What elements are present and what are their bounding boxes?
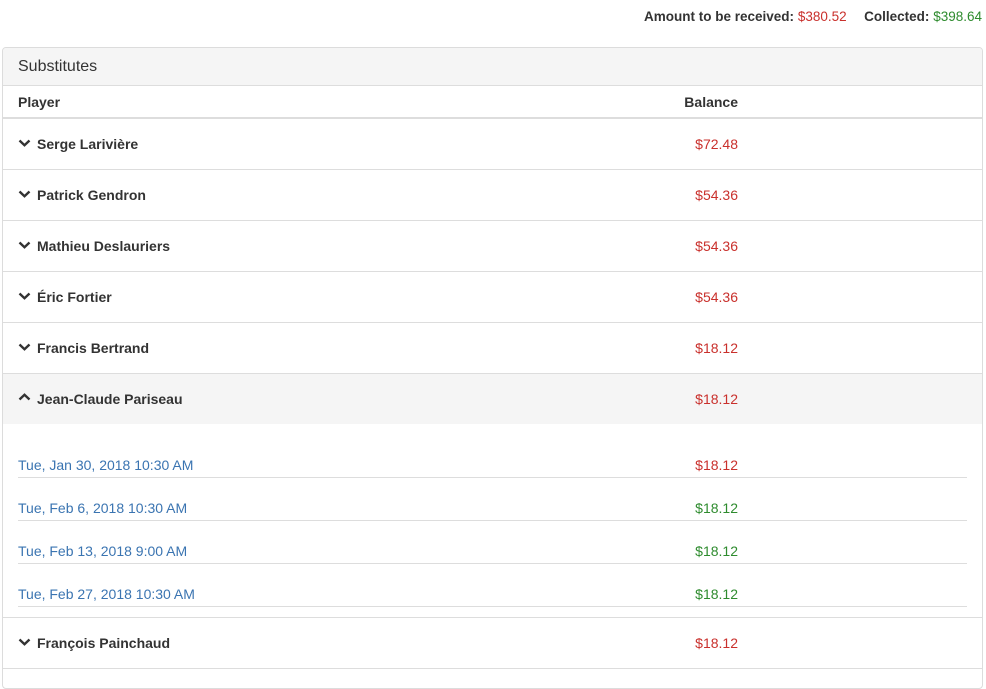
detail-balance: $18.12 [695,500,738,516]
player-balance: $18.12 [695,635,738,651]
collected-label: Collected: [864,9,930,24]
chevron-down-icon [18,139,31,147]
chevron-down-icon [18,292,31,300]
game-date-link[interactable]: Tue, Feb 6, 2018 10:30 AM [18,500,187,516]
received-label: Amount to be received: [644,9,795,24]
panel-title: Substitutes [3,48,982,86]
player-balance: $18.12 [695,340,738,356]
player-details: Tue, Jan 30, 2018 10:30 AM $18.12 Tue, F… [3,424,982,618]
table-header: Player Balance [3,86,982,119]
player-row[interactable]: François Painchaud $18.12 [3,618,982,669]
player-balance: $54.36 [695,187,738,203]
detail-row: Tue, Feb 6, 2018 10:30 AM $18.12 [18,477,967,521]
player-name: François Painchaud [37,635,171,651]
game-date-link[interactable]: Tue, Jan 30, 2018 10:30 AM [18,457,193,473]
column-header-balance: Balance [684,94,738,110]
player-balance: $18.12 [695,391,738,407]
player-name: Patrick Gendron [37,187,146,203]
chevron-down-icon [18,190,31,198]
player-row[interactable]: Serge Larivière $72.48 [3,119,982,170]
game-date-link[interactable]: Tue, Feb 13, 2018 9:00 AM [18,543,187,559]
player-row[interactable]: Mathieu Deslauriers $54.36 [3,221,982,272]
chevron-down-icon [18,343,31,351]
detail-row: Tue, Jan 30, 2018 10:30 AM $18.12 [18,434,967,478]
player-name: Serge Larivière [37,136,139,152]
player-name: Jean-Claude Pariseau [37,391,183,407]
substitutes-panel: Substitutes Player Balance Serge Lariviè… [2,47,983,689]
player-name: Mathieu Deslauriers [37,238,171,254]
detail-balance: $18.12 [695,457,738,473]
player-name: Éric Fortier [37,289,112,305]
player-row[interactable]: Patrick Gendron $54.36 [3,170,982,221]
detail-row: Tue, Feb 27, 2018 10:30 AM $18.12 [18,563,967,607]
received-amount: $380.52 [797,9,847,24]
player-row[interactable]: Éric Fortier $54.36 [3,272,982,323]
player-row[interactable]: Francis Bertrand $18.12 [3,323,982,374]
chevron-down-icon [18,638,31,646]
detail-row: Tue, Feb 13, 2018 9:00 AM $18.12 [18,520,967,564]
detail-balance: $18.12 [695,586,738,602]
column-header-player: Player [18,94,61,110]
payment-summary: Amount to be received: $380.52 Collected… [644,9,982,24]
detail-balance: $18.12 [695,543,738,559]
player-row-expanded[interactable]: Jean-Claude Pariseau $18.12 [3,374,982,424]
player-balance: $54.36 [695,238,738,254]
collected-amount: $398.64 [933,9,982,24]
game-date-link[interactable]: Tue, Feb 27, 2018 10:30 AM [18,586,195,602]
chevron-up-icon [18,393,31,401]
chevron-down-icon [18,241,31,249]
player-balance: $54.36 [695,289,738,305]
player-name: Francis Bertrand [37,340,150,356]
player-balance: $72.48 [695,136,738,152]
